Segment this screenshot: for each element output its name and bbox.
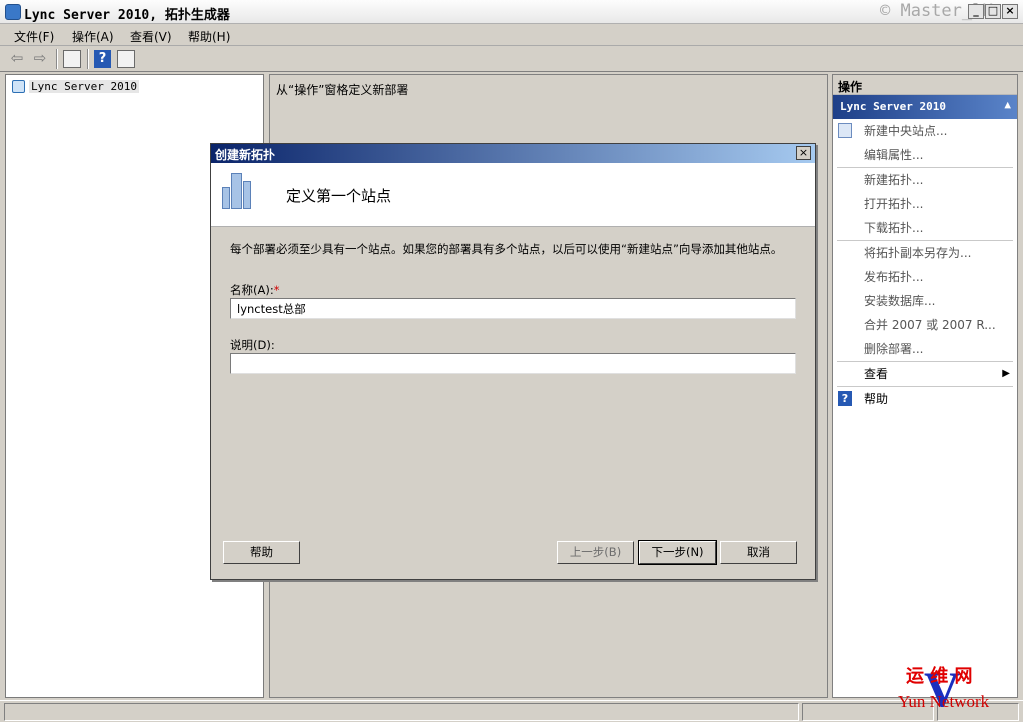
toolbar-separator xyxy=(87,49,89,69)
action-label: 打开拓扑... xyxy=(864,197,924,211)
action-label: 帮助 xyxy=(864,392,889,406)
action-label: 安装数据库... xyxy=(864,294,936,308)
logo-line2: Yun Network xyxy=(898,692,990,711)
action-label: 删除部署... xyxy=(864,342,924,356)
actions-section-header[interactable]: Lync Server 2010 ▲ xyxy=(833,95,1017,119)
required-marker: * xyxy=(273,283,280,297)
action-new-central-site[interactable]: 新建中央站点... xyxy=(833,119,1017,143)
topology-icon xyxy=(12,79,25,93)
statusbar xyxy=(0,700,1023,722)
site-name-input[interactable] xyxy=(230,298,796,319)
dialog-heading: 定义第一个站点 xyxy=(286,187,392,205)
action-label: 新建中央站点... xyxy=(864,124,948,138)
site-description-input[interactable] xyxy=(230,353,796,374)
show-hide-action-pane-icon[interactable] xyxy=(117,50,135,68)
toolbar-separator xyxy=(56,49,58,69)
action-view[interactable]: 查看 ▶ xyxy=(833,362,1017,386)
name-label-text: 名称(A): xyxy=(230,283,274,297)
maximize-button[interactable]: □ xyxy=(985,4,1001,19)
site-building-icon xyxy=(222,171,252,209)
action-label: 将拓扑副本另存为... xyxy=(864,246,972,260)
submenu-arrow-icon: ▶ xyxy=(1002,368,1010,379)
menubar: 文件(F) 操作(A) 查看(V) 帮助(H) xyxy=(0,24,1023,46)
building-icon xyxy=(838,123,852,138)
help-icon[interactable]: ? xyxy=(94,50,111,68)
dialog-header: 定义第一个站点 xyxy=(211,163,815,227)
action-open-topology[interactable]: 打开拓扑... xyxy=(833,192,1017,216)
logo-line1: 运 维 网 xyxy=(906,666,973,687)
action-merge-2007[interactable]: 合并 2007 或 2007 R... xyxy=(833,313,1017,337)
action-label: 编辑属性... xyxy=(864,148,924,162)
tree-item-lync-server[interactable]: Lync Server 2010 xyxy=(12,78,139,94)
action-publish-topology[interactable]: 发布拓扑... xyxy=(833,265,1017,289)
action-label: 发布拓扑... xyxy=(864,270,924,284)
site-logo: V 运 维 网 Yun Network xyxy=(898,660,1020,717)
action-label: 查看 xyxy=(864,367,889,381)
action-download-topology[interactable]: 下载拓扑... xyxy=(833,216,1017,240)
name-field-label: 名称(A):* xyxy=(230,282,279,298)
back-arrow-icon[interactable]: ⇦ xyxy=(8,50,26,68)
action-label: 新建拓扑... xyxy=(864,173,924,187)
toolbar: ⇦ ⇨ ? xyxy=(0,46,1023,72)
menu-view[interactable]: 查看(V) xyxy=(130,28,172,45)
menu-file[interactable]: 文件(F) xyxy=(14,28,54,45)
dialog-description: 每个部署必须至少具有一个站点。如果您的部署具有多个站点，以后可以使用“新建站点”… xyxy=(230,242,783,256)
create-topology-dialog: 创建新拓扑 × 定义第一个站点 每个部署必须至少具有一个站点。如果您的部署具有多… xyxy=(210,143,816,580)
forward-arrow-icon[interactable]: ⇨ xyxy=(31,50,49,68)
description-field-label: 说明(D): xyxy=(230,338,275,352)
tree-item-label: Lync Server 2010 xyxy=(29,79,139,93)
back-button[interactable]: 上一步(B) xyxy=(557,541,634,564)
help-button[interactable]: 帮助 xyxy=(223,541,300,564)
action-label: 合并 2007 或 2007 R... xyxy=(864,318,996,332)
actions-pane: 操作 Lync Server 2010 ▲ 新建中央站点... 编辑属性... … xyxy=(832,74,1018,698)
collapse-caret-icon[interactable]: ▲ xyxy=(1004,98,1011,111)
action-edit-properties[interactable]: 编辑属性... xyxy=(833,143,1017,167)
menu-help[interactable]: 帮助(H) xyxy=(188,28,230,45)
actions-section-title: Lync Server 2010 xyxy=(840,100,946,113)
action-remove-deployment[interactable]: 删除部署... xyxy=(833,337,1017,361)
dialog-title: 创建新拓扑 xyxy=(215,148,276,162)
close-window-button[interactable]: × xyxy=(1002,4,1018,19)
actions-header: 操作 xyxy=(833,75,1017,95)
show-hide-console-tree-icon[interactable] xyxy=(63,50,81,68)
minimize-button[interactable]: _ xyxy=(968,4,984,19)
next-button[interactable]: 下一步(N) xyxy=(638,540,717,565)
menu-action[interactable]: 操作(A) xyxy=(72,28,114,45)
status-segment xyxy=(4,703,799,721)
main-hint: 从“操作”窗格定义新部署 xyxy=(276,83,409,97)
action-help[interactable]: ? 帮助 xyxy=(833,387,1017,411)
dialog-titlebar: 创建新拓扑 × xyxy=(211,144,815,163)
help-icon: ? xyxy=(838,391,852,406)
action-label: 下载拓扑... xyxy=(864,221,924,235)
window-titlebar: Lync Server 2010, 拓扑生成器 © Master_lK _ □ … xyxy=(0,0,1023,24)
dialog-close-button[interactable]: × xyxy=(796,146,811,160)
window-title: Lync Server 2010, 拓扑生成器 xyxy=(24,8,230,23)
app-icon xyxy=(5,4,21,20)
action-save-copy[interactable]: 将拓扑副本另存为... xyxy=(833,241,1017,265)
action-new-topology[interactable]: 新建拓扑... xyxy=(833,168,1017,192)
cancel-button[interactable]: 取消 xyxy=(720,541,797,564)
action-install-database[interactable]: 安装数据库... xyxy=(833,289,1017,313)
